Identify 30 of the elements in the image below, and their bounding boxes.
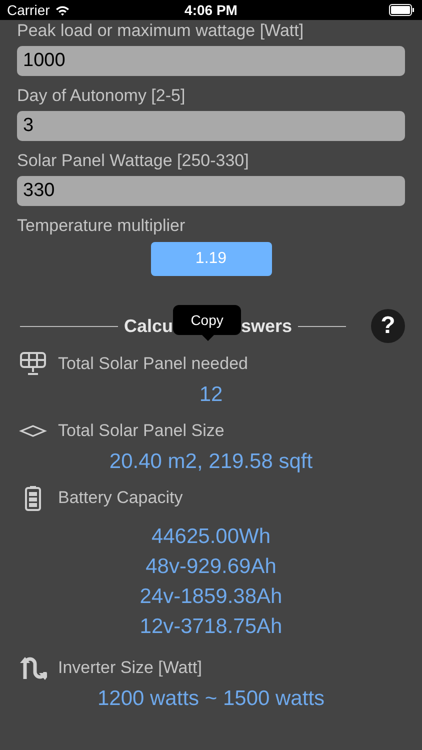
diamond-icon — [19, 424, 47, 438]
solar-panel-icon — [19, 351, 47, 377]
section-heading: swers — [241, 314, 292, 338]
input-field[interactable]: 1000 — [17, 46, 405, 76]
copy-tooltip[interactable]: Copy — [173, 305, 242, 335]
result-value: 44625.00Wh — [151, 524, 271, 550]
result-label: Battery Capacity — [58, 487, 183, 510]
help-button[interactable]: ? — [371, 309, 405, 343]
result-label: Total Solar Panel needed — [58, 353, 248, 376]
input-field[interactable]: 330 — [17, 176, 405, 206]
input-field[interactable]: 3 — [17, 111, 405, 141]
result-value: 1200 watts ~ 1500 watts — [97, 686, 325, 712]
result-value: 12 — [199, 382, 223, 408]
result-value: 24v-1859.38Ah — [140, 584, 282, 610]
field-label: Peak load or maximum wattage [Watt] — [17, 20, 305, 42]
section-heading: Calcu — [124, 314, 174, 338]
field-label: Solar Panel Wattage [250-330] — [17, 150, 250, 172]
arrows-icon — [19, 655, 47, 681]
field-label: Temperature multiplier — [17, 215, 186, 236]
clock: 4:06 PM — [184, 0, 238, 20]
battery-icon — [389, 4, 415, 16]
result-label: Total Solar Panel Size — [58, 420, 224, 442]
result-value: 48v-929.69Ah — [146, 554, 276, 580]
carrier-label: Carrier — [7, 0, 50, 20]
wifi-icon — [54, 4, 70, 16]
result-value: 12v-3718.75Ah — [140, 614, 282, 640]
field-label: Day of Autonomy [2-5] — [17, 85, 186, 107]
result-value: 20.40 m2, 219.58 sqft — [109, 449, 313, 475]
result-label: Inverter Size [Watt] — [58, 657, 202, 680]
battery-icon — [24, 485, 42, 511]
